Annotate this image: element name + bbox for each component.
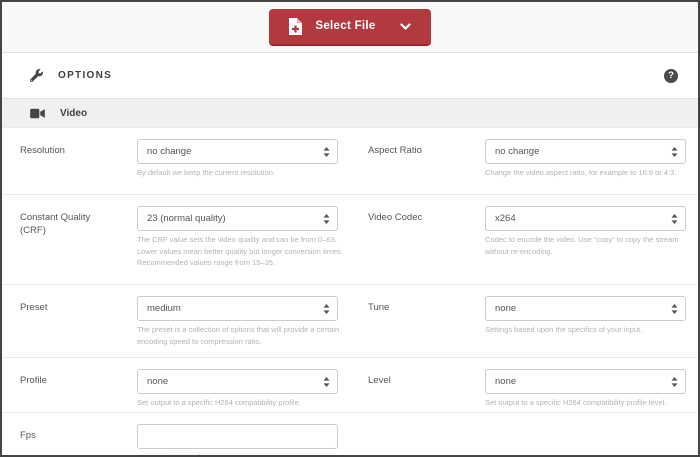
- aspect-ratio-select[interactable]: no change: [485, 139, 686, 164]
- fps-input[interactable]: [137, 424, 338, 449]
- video-codec-select-wrap: x264: [485, 206, 686, 231]
- wrench-icon: [30, 69, 43, 82]
- form-row: Profile none Set output to a specific H2…: [2, 358, 698, 413]
- field-constant-quality: Constant Quality (CRF) 23 (normal qualit…: [2, 195, 350, 284]
- resolution-help: By default we keep the current resolutio…: [137, 167, 347, 179]
- page: Select File OPTIONS ? Video: [0, 0, 700, 457]
- aspect-ratio-help: Change the video aspect ratio, for examp…: [485, 167, 695, 179]
- field-aspect-ratio: Aspect Ratio no change Change the video …: [350, 128, 698, 194]
- constant-quality-select[interactable]: 23 (normal quality): [137, 206, 338, 231]
- select-file-button[interactable]: Select File: [269, 9, 430, 46]
- fps-label: Fps: [20, 424, 115, 457]
- profile-select-wrap: none: [137, 369, 338, 394]
- resolution-select[interactable]: no change: [137, 139, 338, 164]
- top-bar: Select File: [2, 2, 698, 53]
- tune-label: Tune: [368, 296, 463, 350]
- field-tune: Tune none Settings based upon the specif…: [350, 285, 698, 357]
- file-plus-icon: [289, 18, 302, 35]
- field-level: Level none Set output to a specific H264…: [350, 358, 698, 412]
- form-row: Preset medium The preset is a collection…: [2, 285, 698, 358]
- preset-help: The preset is a collection of options th…: [137, 324, 347, 347]
- aspect-ratio-label: Aspect Ratio: [368, 139, 463, 187]
- field-video-codec: Video Codec x264 Codec to encode the vid…: [350, 195, 698, 284]
- resolution-select-wrap: no change: [137, 139, 338, 164]
- resolution-label: Resolution: [20, 139, 115, 187]
- level-label: Level: [368, 369, 463, 412]
- video-section-header: Video: [2, 98, 698, 128]
- aspect-ratio-select-wrap: no change: [485, 139, 686, 164]
- help-icon[interactable]: ?: [664, 69, 678, 83]
- profile-help: Set output to a specific H264 compatibil…: [137, 397, 347, 409]
- level-help: Set output to a specific H264 compatibil…: [485, 397, 695, 409]
- tune-help: Settings based upon the specifics of you…: [485, 324, 695, 336]
- video-camera-icon: [30, 108, 45, 119]
- select-file-label: Select File: [315, 20, 375, 32]
- form-row: Constant Quality (CRF) 23 (normal qualit…: [2, 195, 698, 285]
- field-profile: Profile none Set output to a specific H2…: [2, 358, 350, 412]
- video-codec-help: Codec to encode the video. Use “copy” to…: [485, 234, 695, 257]
- tune-select-wrap: none: [485, 296, 686, 321]
- profile-label: Profile: [20, 369, 115, 412]
- options-title: OPTIONS: [58, 70, 112, 81]
- constant-quality-label: Constant Quality (CRF): [20, 206, 115, 277]
- preset-select-wrap: medium: [137, 296, 338, 321]
- profile-select[interactable]: none: [137, 369, 338, 394]
- tune-select[interactable]: none: [485, 296, 686, 321]
- preset-select[interactable]: medium: [137, 296, 338, 321]
- video-section-title: Video: [60, 108, 87, 119]
- chevron-down-icon: [400, 23, 411, 30]
- form-row: Resolution no change By default we keep …: [2, 128, 698, 195]
- field-preset: Preset medium The preset is a collection…: [2, 285, 350, 357]
- video-codec-select[interactable]: x264: [485, 206, 686, 231]
- fps-help: Change the video frame rate.: [137, 452, 347, 457]
- constant-quality-help: The CRF value sets the video quality and…: [137, 234, 347, 269]
- options-header: OPTIONS ?: [2, 53, 698, 98]
- field-fps: Fps Change the video frame rate.: [2, 413, 350, 457]
- preset-label: Preset: [20, 296, 115, 350]
- constant-quality-select-wrap: 23 (normal quality): [137, 206, 338, 231]
- field-resolution: Resolution no change By default we keep …: [2, 128, 350, 194]
- level-select[interactable]: none: [485, 369, 686, 394]
- empty-cell: [350, 413, 698, 457]
- video-codec-label: Video Codec: [368, 206, 463, 277]
- form-row: Fps Change the video frame rate.: [2, 413, 698, 457]
- level-select-wrap: none: [485, 369, 686, 394]
